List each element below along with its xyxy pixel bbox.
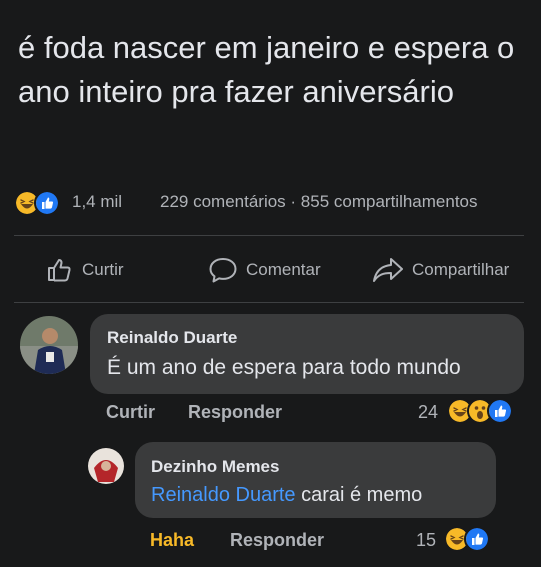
reply-reactions[interactable] <box>444 526 504 552</box>
post-action-bar: Curtir Comentar Compartilhar <box>0 254 541 286</box>
comment-bubble: Reinaldo Duarte É um ano de espera para … <box>90 314 524 394</box>
comments-shares-count[interactable]: 229 comentários · 855 compartilhamentos <box>160 192 478 212</box>
mention-link[interactable]: Reinaldo Duarte <box>151 484 296 506</box>
reply-reaction-count[interactable]: 15 <box>416 530 436 551</box>
like-label: Curtir <box>82 260 124 279</box>
reply-reply-link[interactable]: Responder <box>230 530 324 551</box>
divider <box>14 302 524 303</box>
avatar-dezinho-memes[interactable] <box>88 448 124 484</box>
reply-haha-link[interactable]: Haha <box>150 530 194 551</box>
comment-bubble-icon <box>209 258 237 283</box>
like-thumb-icon <box>487 398 513 424</box>
comment-label: Comentar <box>246 260 321 279</box>
reply-bubble: Dezinho Memes Reinaldo Duarte carai é me… <box>135 442 496 518</box>
comment-reply-link[interactable]: Responder <box>188 402 282 423</box>
comment-author[interactable]: Reinaldo Duarte <box>107 328 237 348</box>
avatar-reinaldo-duarte[interactable] <box>20 316 78 374</box>
reply-body: carai é memo <box>301 484 423 506</box>
avatar-photo <box>20 316 78 374</box>
reaction-count[interactable]: 1,4 mil <box>72 192 122 212</box>
avatar-photo <box>88 448 124 484</box>
post-reactions[interactable] <box>14 190 66 216</box>
share-button[interactable]: Compartilhar <box>372 254 509 286</box>
comment-text: É um ano de espera para todo mundo <box>107 356 461 379</box>
comment-reaction-count[interactable]: 24 <box>418 402 438 423</box>
comment-button[interactable]: Comentar <box>208 254 321 286</box>
thumbs-up-icon <box>48 259 71 282</box>
comment-reactions[interactable] <box>447 398 527 424</box>
reply-text: Reinaldo Duarte carai é memo <box>151 484 422 507</box>
share-label: Compartilhar <box>412 260 510 279</box>
post-text: é foda nascer em janeiro e espera o ano … <box>18 30 515 109</box>
reply-author[interactable]: Dezinho Memes <box>151 457 279 477</box>
divider <box>14 235 524 236</box>
like-thumb-icon <box>464 526 490 552</box>
like-thumb-icon <box>34 190 60 216</box>
share-arrow-icon <box>373 258 403 282</box>
comment-like-link[interactable]: Curtir <box>106 402 155 423</box>
like-button[interactable]: Curtir <box>46 254 124 286</box>
post-stats: 1,4 mil 229 comentários · 855 compartilh… <box>14 186 530 216</box>
